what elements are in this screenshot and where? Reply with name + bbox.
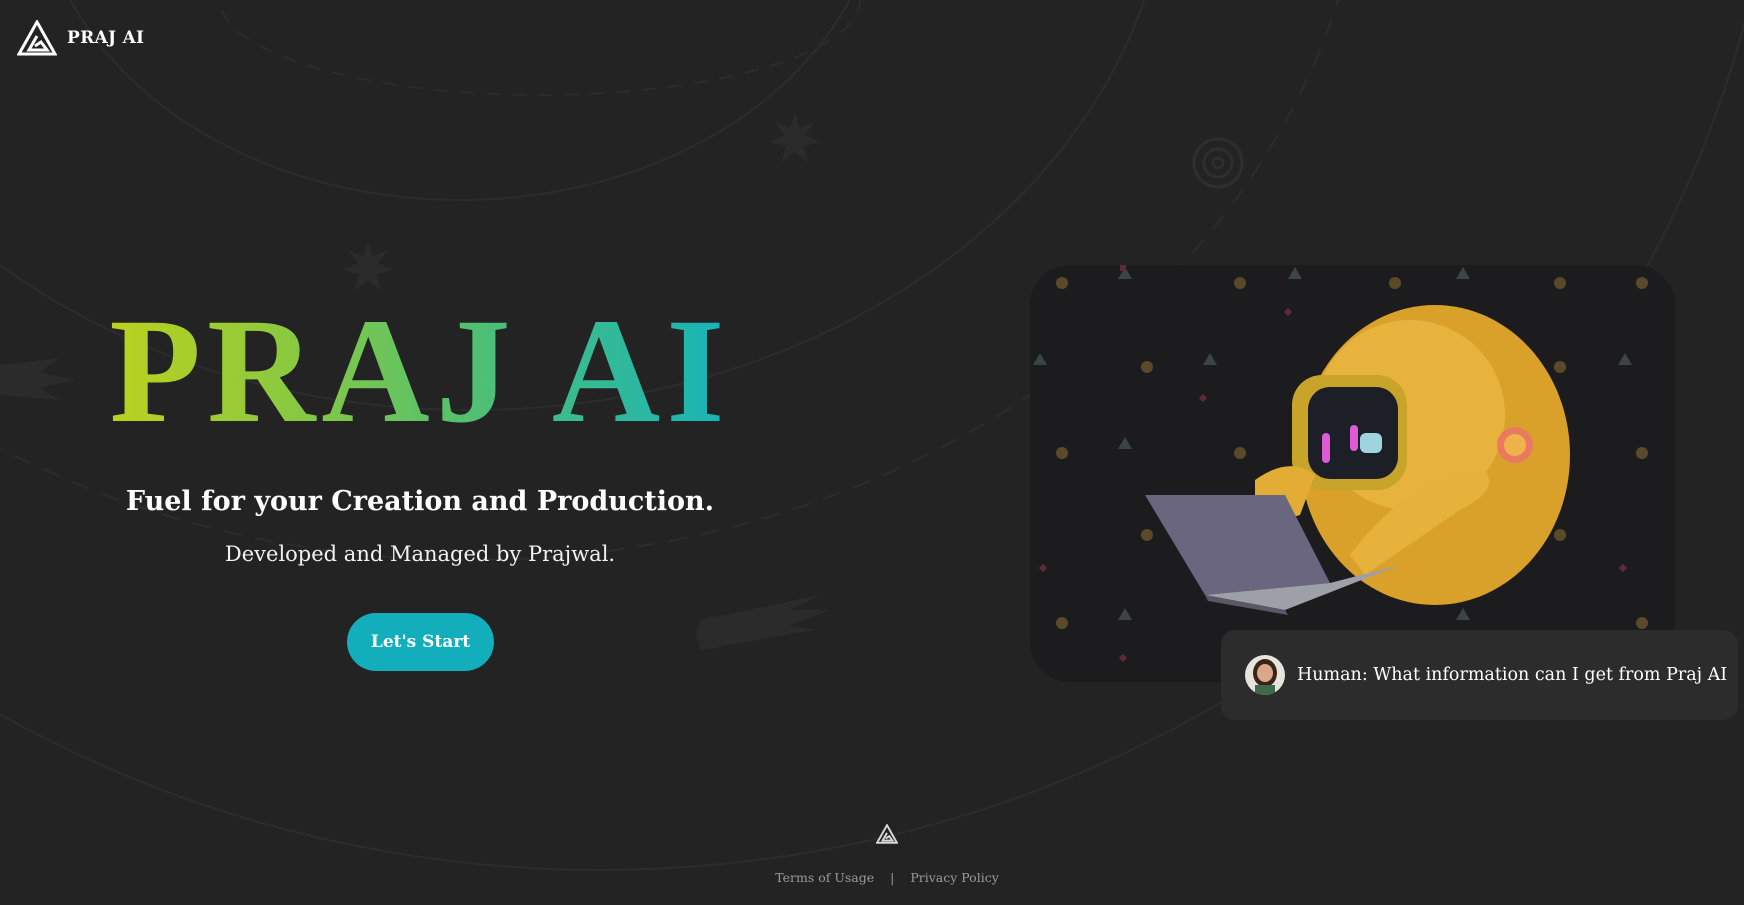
hero-title: PRAJ AI	[90, 296, 750, 446]
user-avatar	[1245, 655, 1285, 695]
terms-link[interactable]: Terms of Usage	[775, 870, 874, 885]
hero-subline: Developed and Managed by Prajwal.	[224, 542, 616, 566]
footer-separator: |	[890, 870, 895, 885]
robot-illustration	[1033, 265, 1648, 663]
privacy-link[interactable]: Privacy Policy	[910, 870, 998, 885]
lets-start-button[interactable]: Let's Start	[347, 613, 494, 671]
robot-illustration-card	[1030, 265, 1675, 682]
footer-logo-icon	[876, 824, 898, 844]
chat-bubble: Human: What information can I get from P…	[1221, 630, 1738, 720]
triangle-logo-icon	[17, 20, 57, 56]
brand-name: PRAJ AI	[67, 28, 145, 48]
brand-logo[interactable]: PRAJ AI	[17, 20, 144, 56]
chat-message: Human: What information can I get from P…	[1297, 665, 1728, 685]
hero-tagline: Fuel for your Creation and Production.	[125, 486, 715, 517]
footer-links: Terms of Usage | Privacy Policy	[0, 870, 1744, 885]
